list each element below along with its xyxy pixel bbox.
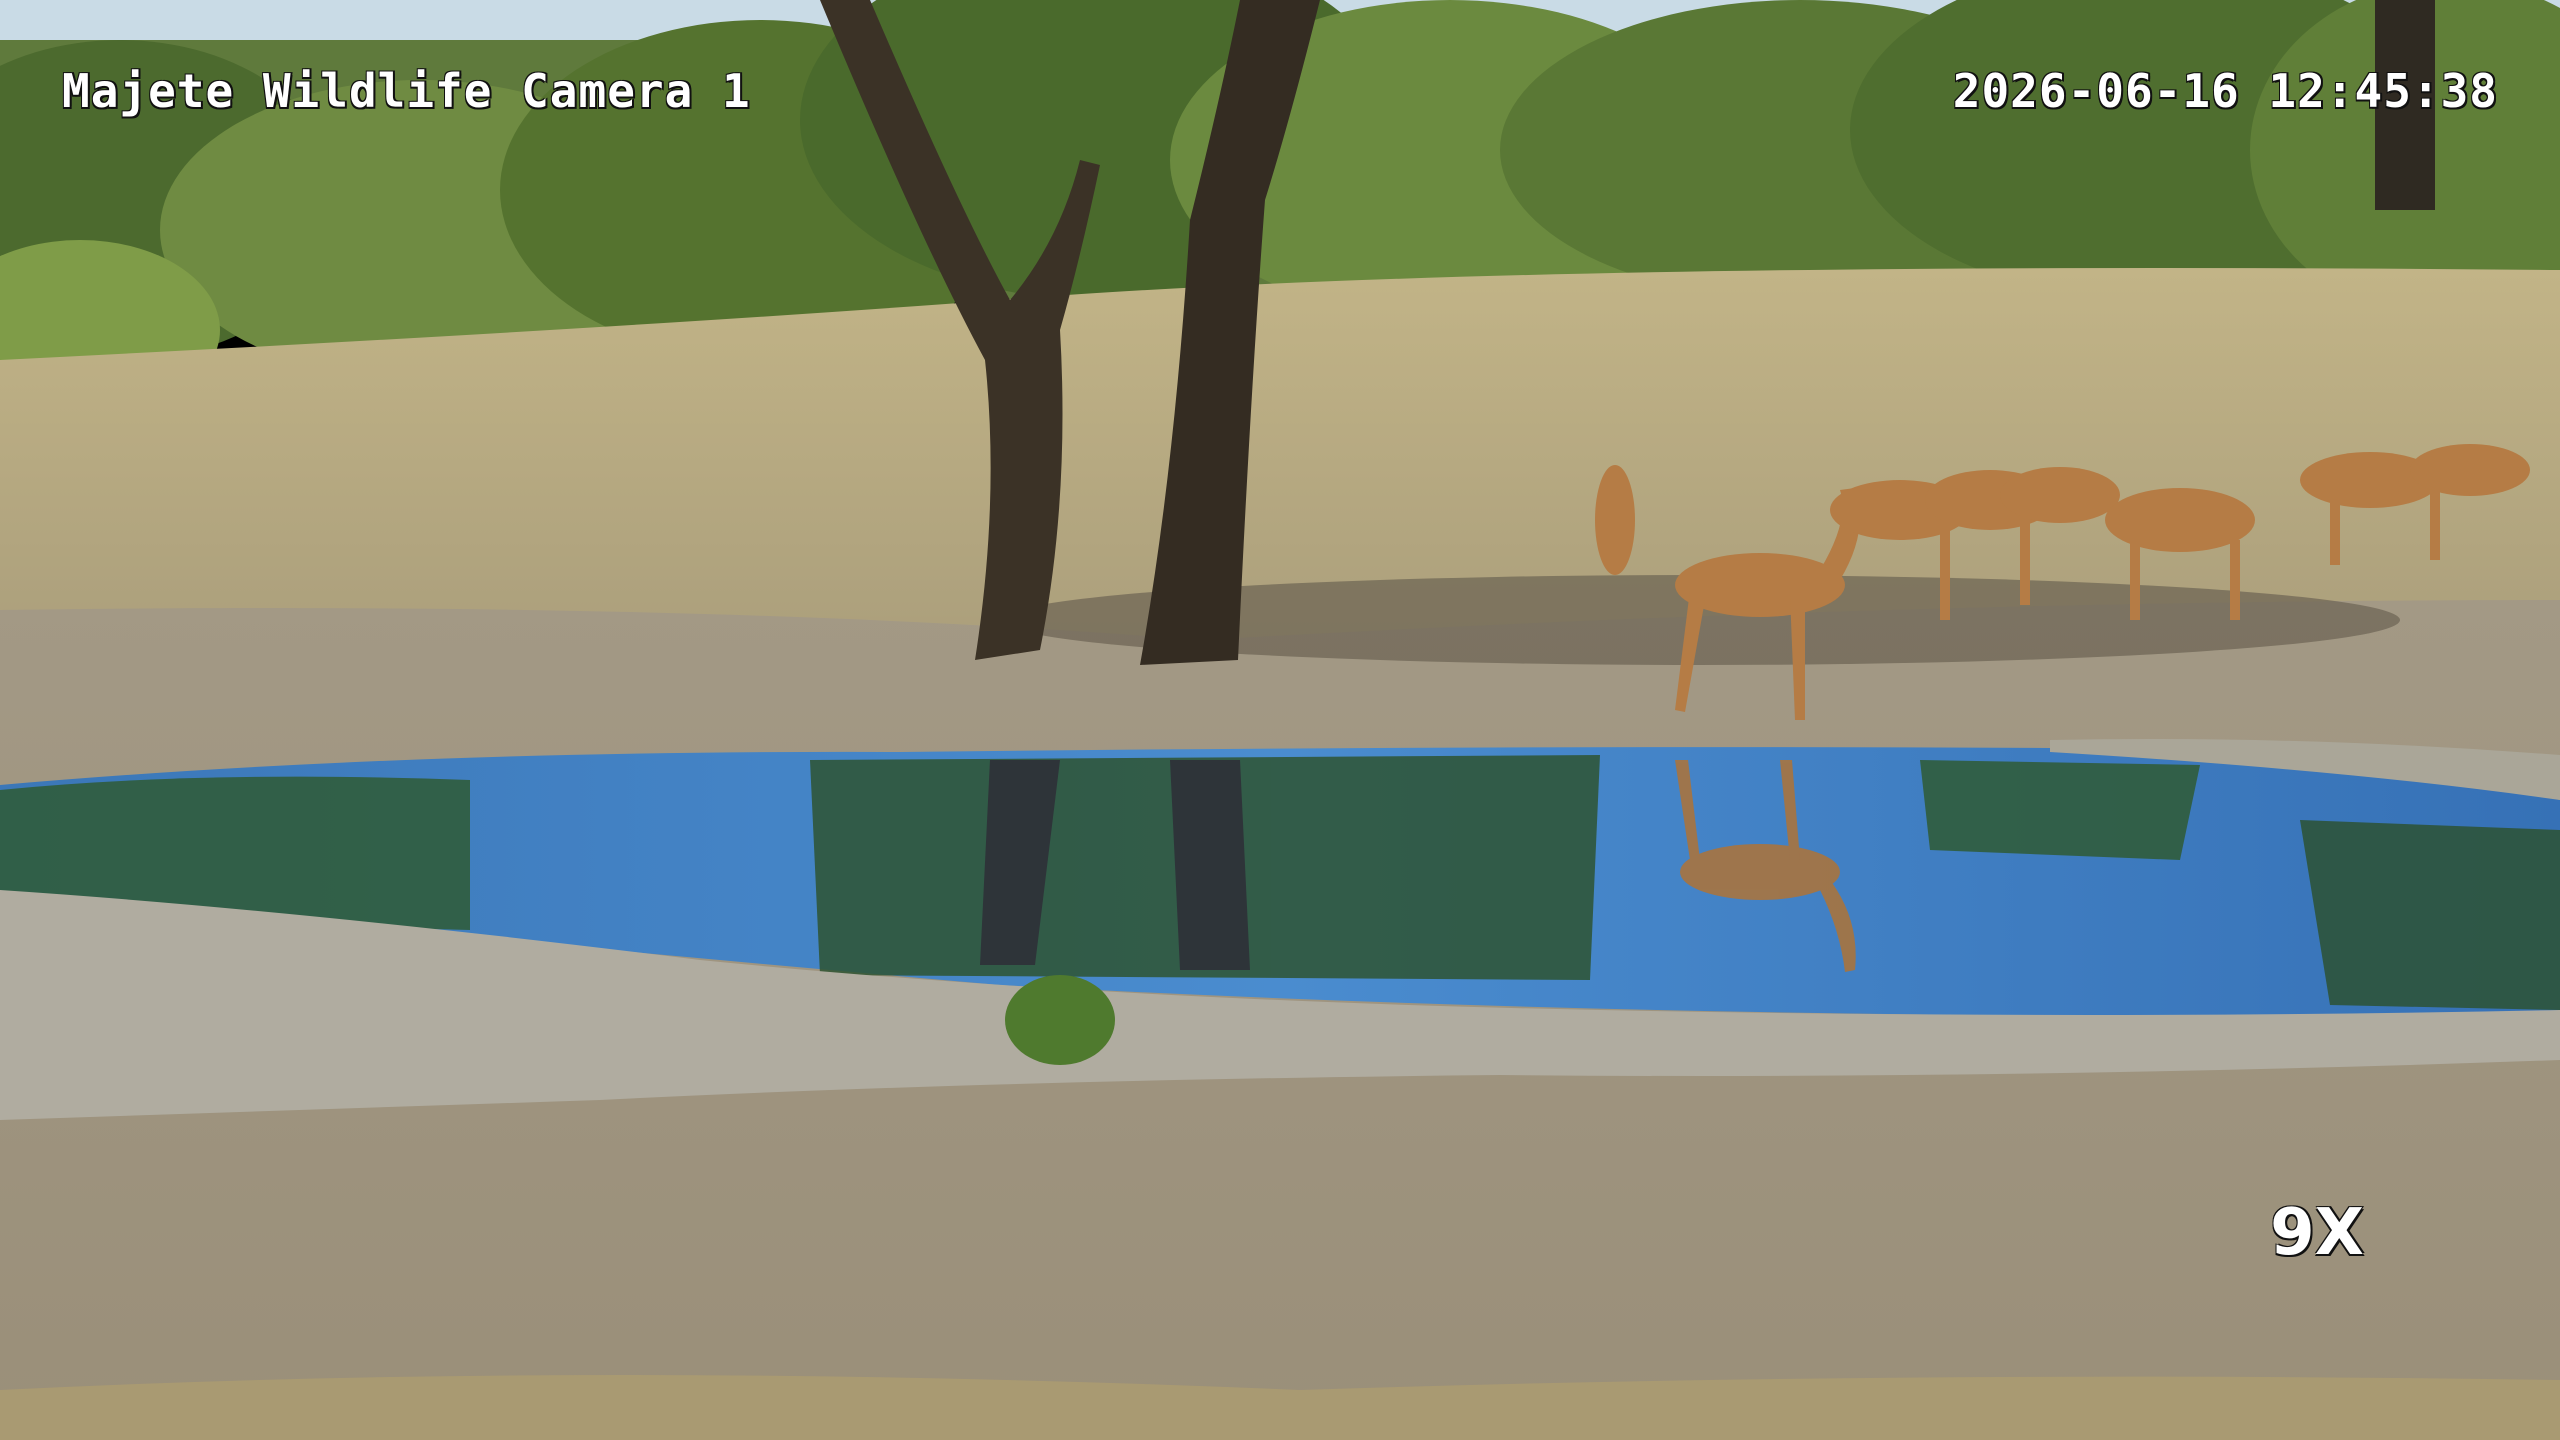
camera-name-label: Majete Wildlife Camera 1 (62, 64, 751, 118)
scene-image (0, 0, 2560, 1440)
timestamp-label: 2026-06-16 12:45:38 (1952, 64, 2498, 118)
camera-feed-view: Majete Wildlife Camera 1 2026-06-16 12:4… (0, 0, 2560, 1440)
shrub (1005, 975, 1115, 1065)
zoom-indicator: 9X (2270, 1196, 2364, 1270)
